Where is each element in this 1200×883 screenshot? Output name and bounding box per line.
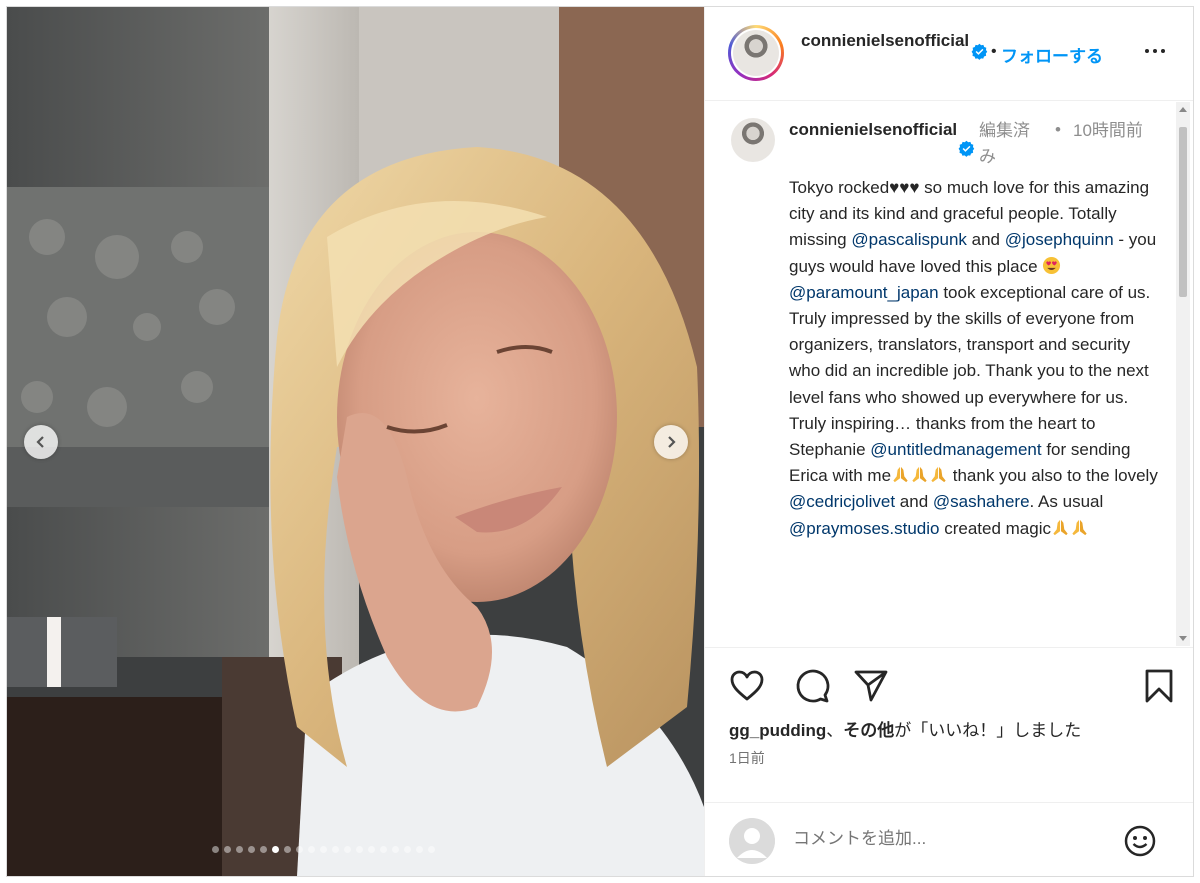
mention-link[interactable]: @cedricjolivet	[789, 492, 895, 511]
mention-link[interactable]: @pascalispunk	[851, 230, 967, 249]
caption-text-run: took exceptional care of us. Truly impre…	[789, 282, 1151, 460]
mention-link[interactable]: @untitledmanagement	[870, 440, 1041, 459]
carousel-dot	[344, 846, 351, 853]
caption-scrollbar[interactable]	[1176, 102, 1190, 646]
carousel-dot	[224, 846, 231, 853]
mention-link[interactable]: @praymoses.studio	[789, 519, 940, 538]
likes-summary: gg_pudding、その他が「いいね！」しました	[729, 716, 1081, 741]
caption-text-run: . As usual	[1029, 492, 1104, 512]
carousel-dot	[320, 846, 327, 853]
verified-badge-icon	[971, 43, 988, 61]
pray-emoji-icon	[1051, 518, 1070, 537]
post-date[interactable]: 1日前	[729, 748, 765, 768]
carousel-dot	[284, 846, 291, 853]
post-timestamp[interactable]: 10時間前	[1073, 118, 1143, 144]
carousel-indicator	[212, 846, 435, 853]
story-ring[interactable]	[728, 25, 784, 81]
more-options-icon[interactable]	[1145, 45, 1169, 57]
carousel-dot	[416, 846, 423, 853]
carousel-dot	[308, 846, 315, 853]
emoji-smile-icon[interactable]	[1123, 824, 1157, 858]
action-bar	[705, 647, 1193, 707]
post-side-panel: connienielsenofficial • フォローする connienie…	[704, 7, 1193, 876]
scroll-up-icon[interactable]	[1179, 107, 1187, 112]
previous-slide-button[interactable]	[24, 425, 58, 459]
carousel-dot	[404, 846, 411, 853]
pray-emoji-icon	[891, 465, 910, 484]
mention-link[interactable]: @sashahere	[933, 492, 1030, 511]
post-photo[interactable]	[7, 7, 704, 876]
carousel-dot	[368, 846, 375, 853]
instagram-post-window: connienielsenofficial • フォローする connienie…	[6, 6, 1194, 877]
pray-emoji-icon	[1070, 518, 1089, 537]
header-username[interactable]: connienielsenofficial	[801, 29, 971, 53]
caption-text-run: and	[966, 230, 1005, 250]
pray-emoji-icon	[929, 465, 948, 484]
caption-text-run: and	[895, 492, 933, 512]
separator-dot: •	[991, 43, 997, 60]
caption-text: Tokyo rocked♥♥♥ so much love for this am…	[789, 175, 1164, 542]
carousel-dot	[296, 846, 303, 853]
comment-bubble-icon[interactable]	[794, 668, 830, 704]
caption-text-run: created magic	[939, 518, 1051, 538]
caption-text-run: thank you also to the lovely	[948, 466, 1158, 486]
carousel-dot	[428, 846, 435, 853]
viewer-avatar	[729, 818, 775, 864]
caption-text-run: ♥♥♥	[889, 178, 920, 197]
likes-separator: 、	[826, 721, 844, 740]
save-bookmark-icon[interactable]	[1141, 668, 1177, 704]
caption-username[interactable]: connienielsenofficial	[789, 118, 959, 142]
caption-section: connienielsenofficial 編集済み • 10時間前 Tokyo…	[705, 102, 1193, 646]
follow-button[interactable]: フォローする	[1001, 42, 1103, 67]
carousel-dot	[380, 846, 387, 853]
caption-text-run: Tokyo rocked	[789, 178, 890, 197]
chevron-left-icon	[36, 436, 44, 448]
verified-badge-icon	[958, 140, 975, 158]
like-heart-icon[interactable]	[729, 668, 765, 704]
share-send-icon[interactable]	[853, 668, 889, 704]
liked-by-user[interactable]: gg_pudding	[729, 721, 826, 740]
carousel-dot	[212, 846, 219, 853]
likes-others-link[interactable]: その他	[843, 721, 894, 740]
post-header: connienielsenofficial • フォローする	[705, 7, 1193, 101]
carousel-dot	[248, 846, 255, 853]
comment-input[interactable]	[793, 829, 1093, 849]
caption-avatar[interactable]	[731, 118, 775, 162]
avatar	[733, 30, 779, 76]
carousel-dot	[332, 846, 339, 853]
comment-bar	[705, 802, 1193, 876]
edited-label: 編集済み	[979, 121, 1030, 166]
carousel-dot	[272, 846, 279, 853]
carousel-dot	[356, 846, 363, 853]
selfie-image	[7, 7, 704, 876]
next-slide-button[interactable]	[654, 425, 688, 459]
pray-emoji-icon	[910, 465, 929, 484]
scroll-thumb[interactable]	[1179, 127, 1187, 297]
carousel-dot	[392, 846, 399, 853]
chevron-right-icon	[668, 436, 676, 448]
separator-dot: •	[1055, 120, 1061, 139]
heart-eyes-emoji-icon	[1042, 256, 1061, 275]
mention-link[interactable]: @josephquinn	[1005, 230, 1114, 249]
likes-suffix: が「いいね！」しました	[894, 721, 1082, 740]
scroll-down-icon[interactable]	[1179, 636, 1187, 641]
carousel-dot	[236, 846, 243, 853]
carousel-dot	[260, 846, 267, 853]
mention-link[interactable]: @paramount_japan	[789, 283, 939, 302]
